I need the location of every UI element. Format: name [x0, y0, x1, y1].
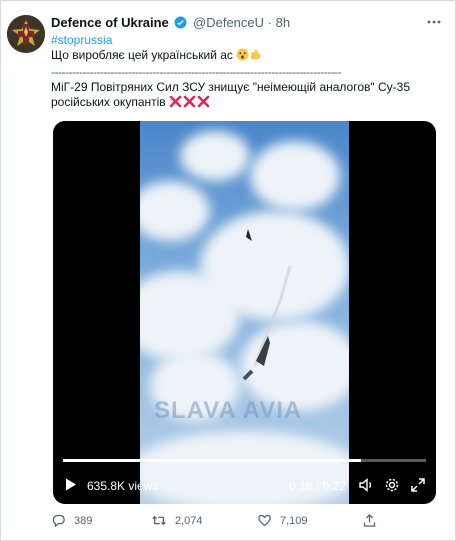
more-icon[interactable]: [427, 15, 441, 29]
retweet-icon: [151, 513, 167, 528]
author-name[interactable]: Defence of Ukraine: [51, 15, 169, 30]
volume-icon[interactable]: [358, 477, 374, 496]
video-controls: 635.8K views 0:18 / 0:22: [53, 469, 436, 499]
tweet-time[interactable]: 8h: [276, 15, 290, 30]
flexed-arm-emoji-icon: [249, 48, 262, 65]
video-player[interactable]: SLAVA AVIA 635.8K views 0:18 / 0:22: [53, 121, 436, 504]
share-icon: [362, 513, 377, 528]
hashtag-link[interactable]: #stoprussia: [51, 33, 112, 47]
like-button[interactable]: 7,109: [257, 513, 308, 528]
emblem-icon: [7, 15, 45, 53]
tweet-header: Defence of Ukraine @DefenceU · 8h: [51, 15, 415, 33]
author-avatar[interactable]: [7, 15, 45, 53]
like-icon: [257, 513, 272, 528]
reply-count: 389: [74, 514, 93, 527]
video-progress-bar[interactable]: [63, 459, 426, 462]
like-count: 7,109: [280, 514, 308, 527]
text-divider: ----------------------------------------…: [51, 65, 342, 79]
face-emoji-icon: [236, 48, 249, 65]
cross-mark-icon: [169, 95, 211, 112]
video-watermark: SLAVA AVIA: [154, 397, 303, 424]
aircraft-scene: [242, 229, 292, 381]
gear-icon[interactable]: [384, 477, 400, 496]
view-count: 635.8K views: [87, 479, 159, 493]
tweet-line-1: Що виробляє цей український ас: [51, 48, 233, 62]
video-frame: SLAVA AVIA: [140, 121, 349, 504]
video-progress-fill: [63, 459, 361, 462]
author-handle[interactable]: @DefenceU: [193, 15, 264, 30]
play-icon[interactable]: [65, 478, 77, 494]
video-time: 0:18 / 0:22: [289, 479, 346, 493]
reply-button[interactable]: 389: [51, 513, 92, 528]
tweet-line-3: МіГ-29 Повітряних Сил ЗСУ знищує "неімею…: [51, 80, 410, 94]
retweet-count: 2,074: [175, 514, 203, 527]
tweet-card: Defence of Ukraine @DefenceU · 8h #stopr…: [0, 0, 456, 541]
fullscreen-icon[interactable]: [410, 477, 426, 496]
retweet-button[interactable]: 2,074: [151, 513, 203, 528]
share-button[interactable]: [362, 513, 377, 528]
header-separator: ·: [267, 15, 272, 30]
tweet-actions: 389 2,074 7,109: [51, 513, 439, 533]
tweet-line-4: російських окупантів: [51, 95, 166, 109]
reply-icon: [51, 513, 66, 528]
verified-badge-icon: [174, 16, 187, 32]
tweet-text: #stoprussia Що виробляє цей український …: [51, 33, 439, 112]
